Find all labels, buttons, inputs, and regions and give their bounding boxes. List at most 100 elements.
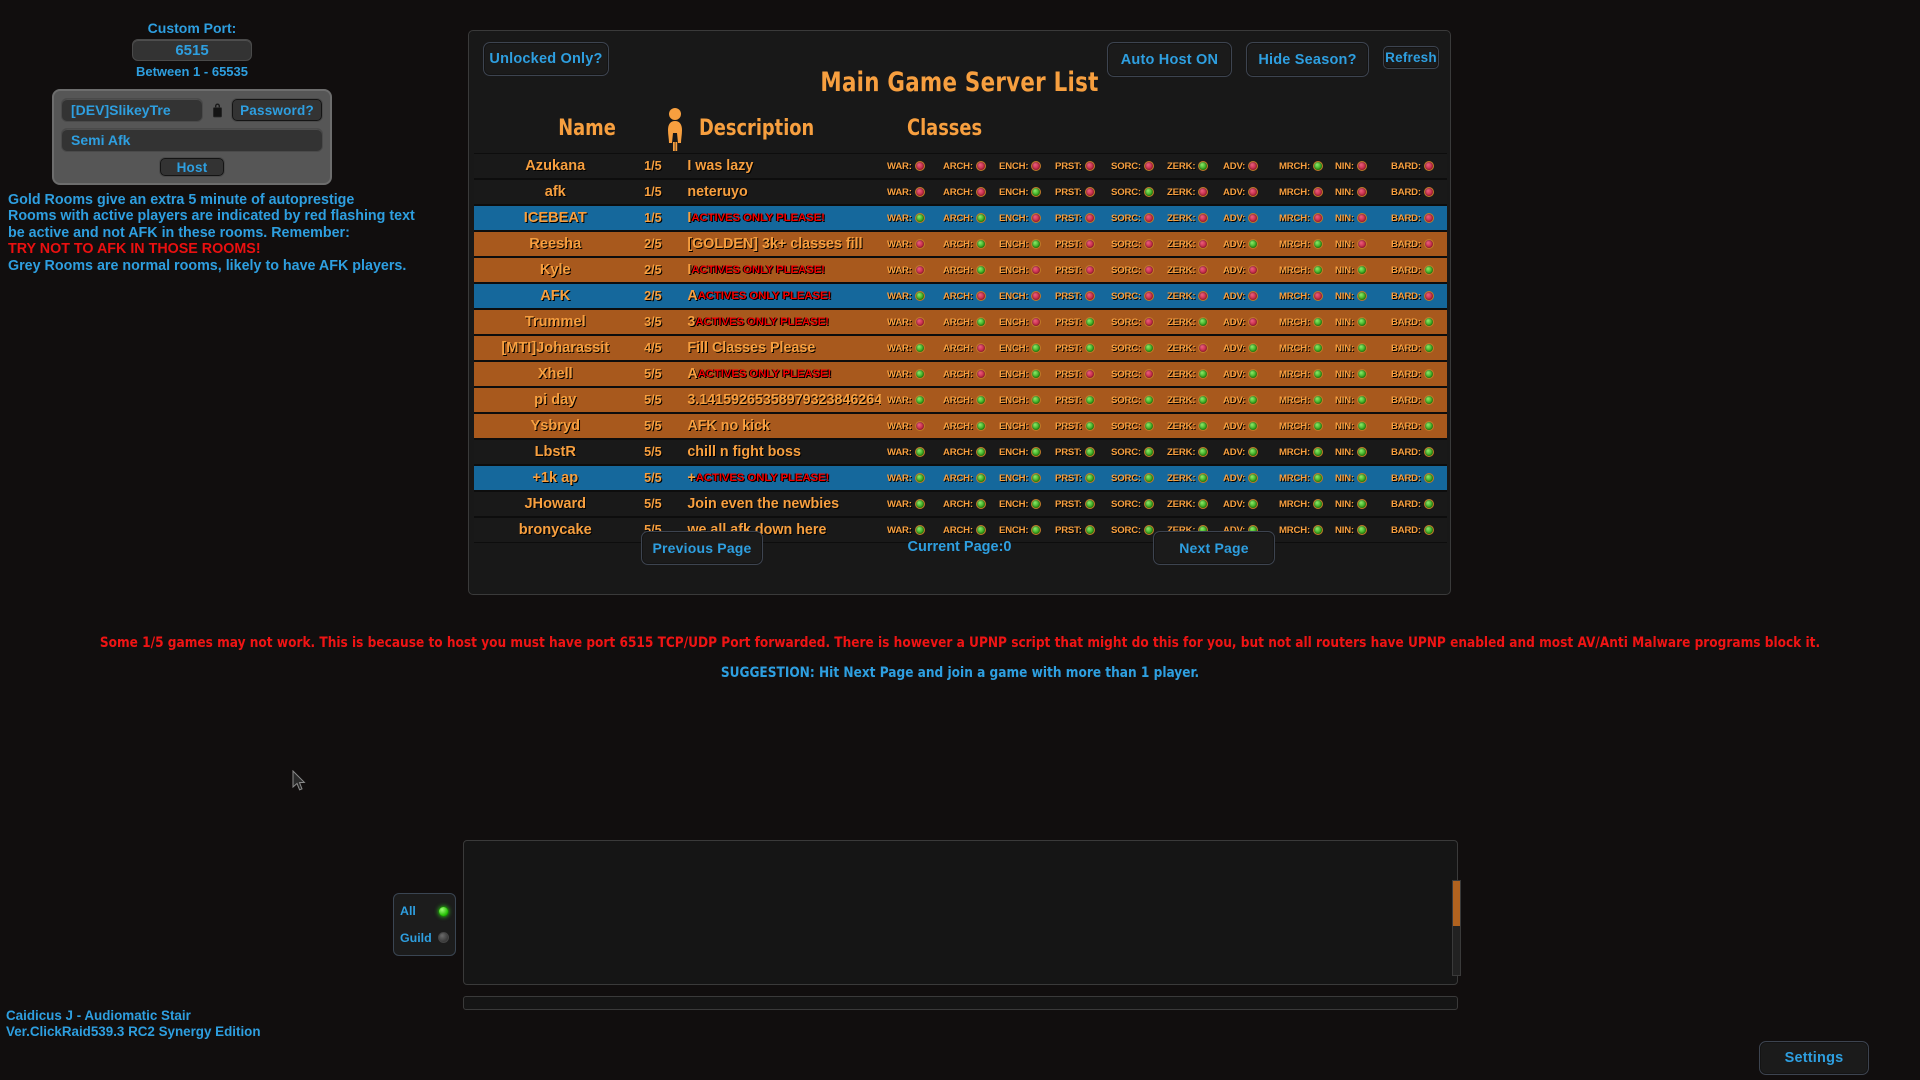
class-label: NIN:	[1335, 317, 1354, 328]
class-taken-indicator-icon	[1085, 265, 1095, 275]
chat-tab-label: Guild	[400, 931, 432, 945]
table-row[interactable]: [MTI]Joharassit4/5Fill Classes PleaseWAR…	[474, 335, 1447, 361]
custom-port-input[interactable]: 6515	[132, 39, 252, 61]
info-blurb: Gold Rooms give an extra 5 minute of aut…	[8, 192, 438, 274]
class-taken-indicator-icon	[976, 187, 986, 197]
table-row[interactable]: Kyle2/5IACTIVES ONLY PLEASE!WAR:ARCH:ENC…	[474, 257, 1447, 283]
refresh-button[interactable]: Refresh	[1383, 46, 1439, 69]
table-row[interactable]: pi day5/53.14159265358979323846264WAR:AR…	[474, 387, 1447, 413]
table-row[interactable]: Ysbryd5/5AFK no kickWAR:ARCH:ENCH:PRST:S…	[474, 413, 1447, 439]
class-availability: WAR:ARCH:ENCH:PRST:SORC:ZERK:ADV:MRCH:NI…	[881, 499, 1447, 510]
mouse-cursor	[292, 770, 307, 797]
class-label: BARD:	[1391, 499, 1421, 510]
class-open-indicator-icon	[1424, 317, 1434, 327]
chat-tab-all[interactable]: All	[400, 904, 449, 918]
class-label: MRCH:	[1279, 291, 1310, 302]
class-label: BARD:	[1391, 343, 1421, 354]
class-label: ZERK:	[1167, 161, 1195, 172]
table-row[interactable]: Trummel3/53ACTIVES ONLY PLEASE!WAR:ARCH:…	[474, 309, 1447, 335]
chat-input[interactable]	[463, 996, 1458, 1010]
class-slot: PRST:	[1055, 161, 1111, 172]
class-slot: ADV:	[1223, 187, 1279, 198]
class-label: SORC:	[1111, 213, 1141, 224]
server-description: AACTIVES ONLY PLEASE!	[669, 288, 881, 304]
class-taken-indicator-icon	[976, 369, 986, 379]
server-description-text: chill n fight boss	[687, 444, 801, 460]
table-row[interactable]: Reesha2/5[GOLDEN] 3k+ classes fillWAR:AR…	[474, 231, 1447, 257]
class-taken-indicator-icon	[1248, 317, 1258, 327]
class-open-indicator-icon	[1313, 239, 1323, 249]
class-slot: NIN:	[1335, 265, 1391, 276]
class-label: MRCH:	[1279, 239, 1310, 250]
chat-scrollbar[interactable]	[1452, 880, 1461, 976]
class-taken-indicator-icon	[915, 317, 925, 327]
server-description-text: 3.14159265358979323846264	[687, 392, 881, 408]
class-label: PRST:	[1055, 447, 1082, 458]
password-button[interactable]: Password?	[231, 98, 323, 122]
class-open-indicator-icon	[1424, 265, 1434, 275]
class-open-indicator-icon	[1248, 447, 1258, 457]
class-slot: ZERK:	[1167, 161, 1223, 172]
version-line-2: Ver.ClickRaid539.3 RC2 Synergy Edition	[6, 1024, 261, 1040]
table-row[interactable]: JHoward5/5Join even the newbiesWAR:ARCH:…	[474, 491, 1447, 517]
class-label: ARCH:	[943, 421, 973, 432]
class-label: ZERK:	[1167, 239, 1195, 250]
class-open-indicator-icon	[1085, 395, 1095, 405]
table-row[interactable]: +1k ap5/5+ACTIVES ONLY PLEASE!WAR:ARCH:E…	[474, 465, 1447, 491]
class-taken-indicator-icon	[1031, 291, 1041, 301]
class-slot: ARCH:	[943, 473, 999, 484]
class-open-indicator-icon	[1357, 447, 1367, 457]
room-name-input[interactable]: [DEV]SlikeyTre	[61, 98, 203, 122]
class-taken-indicator-icon	[1085, 239, 1095, 249]
class-open-indicator-icon	[1313, 161, 1323, 171]
class-label: SORC:	[1111, 161, 1141, 172]
class-taken-indicator-icon	[1085, 369, 1095, 379]
class-label: WAR:	[887, 187, 912, 198]
class-slot: MRCH:	[1279, 161, 1335, 172]
class-open-indicator-icon	[1248, 499, 1258, 509]
class-slot: SORC:	[1111, 447, 1167, 458]
class-slot: NIN:	[1335, 213, 1391, 224]
table-row[interactable]: ICEBEAT1/5IACTIVES ONLY PLEASE!WAR:ARCH:…	[474, 205, 1447, 231]
chat-scrollbar-thumb[interactable]	[1453, 881, 1460, 926]
table-row[interactable]: AFK2/5AACTIVES ONLY PLEASE!WAR:ARCH:ENCH…	[474, 283, 1447, 309]
class-open-indicator-icon	[1313, 395, 1323, 405]
chat-tab-guild[interactable]: Guild	[400, 931, 449, 945]
pagination: Previous Page Current Page:0 Next Page	[469, 531, 1450, 571]
class-open-indicator-icon	[976, 499, 986, 509]
player-count: 1/5	[637, 185, 670, 199]
class-label: PRST:	[1055, 291, 1082, 302]
table-row[interactable]: afk1/5neteruyoWAR:ARCH:ENCH:PRST:SORC:ZE…	[474, 179, 1447, 205]
class-open-indicator-icon	[1031, 369, 1041, 379]
class-open-indicator-icon	[1031, 447, 1041, 457]
class-open-indicator-icon	[915, 499, 925, 509]
auto-host-button[interactable]: Auto Host ON	[1107, 42, 1232, 77]
next-page-button[interactable]: Next Page	[1153, 531, 1275, 565]
class-label: ENCH:	[999, 213, 1028, 224]
class-slot: SORC:	[1111, 291, 1167, 302]
class-slot: PRST:	[1055, 317, 1111, 328]
class-taken-indicator-icon	[976, 291, 986, 301]
lock-icon	[209, 99, 225, 121]
class-open-indicator-icon	[976, 317, 986, 327]
class-taken-indicator-icon	[1424, 187, 1434, 197]
class-open-indicator-icon	[1357, 291, 1367, 301]
room-description-input[interactable]: Semi Afk	[61, 128, 323, 152]
table-row[interactable]: Azukana1/5I was lazyWAR:ARCH:ENCH:PRST:S…	[474, 153, 1447, 179]
chat-log[interactable]	[463, 840, 1458, 985]
class-label: ENCH:	[999, 187, 1028, 198]
class-slot: ENCH:	[999, 473, 1055, 484]
column-header-description: Description	[699, 116, 814, 141]
class-label: SORC:	[1111, 473, 1141, 484]
class-open-indicator-icon	[976, 213, 986, 223]
host-button[interactable]: Host	[159, 157, 225, 177]
settings-button[interactable]: Settings	[1759, 1041, 1869, 1075]
class-open-indicator-icon	[915, 395, 925, 405]
class-slot: NIN:	[1335, 291, 1391, 302]
hide-season-button[interactable]: Hide Season?	[1246, 42, 1369, 77]
column-headers: Name Description Classes	[469, 116, 1450, 152]
table-row[interactable]: Xhell5/5AACTIVES ONLY PLEASE!WAR:ARCH:EN…	[474, 361, 1447, 387]
class-open-indicator-icon	[915, 213, 925, 223]
class-label: ARCH:	[943, 265, 973, 276]
table-row[interactable]: LbstR5/5chill n fight bossWAR:ARCH:ENCH:…	[474, 439, 1447, 465]
